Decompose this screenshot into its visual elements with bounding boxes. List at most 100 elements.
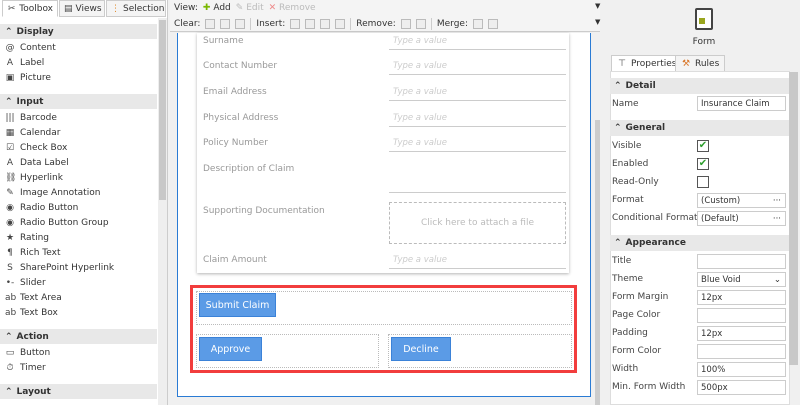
title-field[interactable] — [697, 254, 786, 269]
section-detail[interactable]: ⌃ Detail — [610, 78, 789, 94]
visible-checkbox[interactable]: ✔ — [697, 140, 709, 152]
physical-address-input[interactable]: Type a value — [389, 113, 566, 127]
toolbox-item-radio-button[interactable]: ◉ Radio Button — [5, 200, 78, 215]
tab-toolbox[interactable]: ✂ Toolbox — [2, 0, 58, 17]
contact-number-input[interactable]: Type a value — [389, 61, 566, 75]
insert-row-below-icon[interactable] — [335, 18, 346, 29]
remove-column-icon[interactable] — [400, 18, 411, 29]
toolbox-item-button[interactable]: ▭ Button — [5, 345, 50, 360]
read-only-checkbox[interactable] — [697, 176, 709, 188]
toolbox-item-text-box[interactable]: ab Text Box — [5, 305, 58, 320]
width-field[interactable]: 100% — [697, 362, 786, 377]
object-label: Form — [692, 37, 716, 47]
toolbox-item-text-area[interactable]: ab Text Area — [5, 290, 62, 305]
toolbox-scroll-thumb[interactable] — [159, 20, 166, 200]
collapse-toolbar-icon[interactable]: ▼ — [595, 18, 600, 26]
section-display[interactable]: ⌃ Display — [0, 24, 157, 39]
description-textarea[interactable] — [389, 179, 566, 193]
insert-row-above-icon[interactable] — [320, 18, 331, 29]
section-layout[interactable]: ⌃ Layout — [0, 384, 157, 399]
merge-right-icon[interactable] — [472, 18, 483, 29]
tab-views[interactable]: ▤ Views — [59, 0, 105, 17]
approve-button[interactable]: Approve — [199, 337, 262, 361]
toolbox-item-picture[interactable]: ▣ Picture — [5, 70, 51, 85]
form-color-field[interactable] — [697, 344, 786, 359]
toolbox-panel: ✂ Toolbox ▤ Views ⋮ Selection ⌃ Display @ Cont… — [0, 0, 168, 405]
edit-view-button[interactable]: ✎ Edit — [236, 3, 264, 13]
theme-field[interactable]: Blue Void ⌄ — [697, 272, 786, 287]
form-margin-field[interactable]: 12px — [697, 290, 786, 305]
toolbox-item-image-annotation[interactable]: ✎ Image Annotation — [5, 185, 100, 200]
toolbox-item-check-box[interactable]: ☑ Check Box — [5, 140, 67, 155]
design-toolbar: View: ✚ Add ✎ Edit ✕ Remove Clear: Inser… — [170, 0, 600, 32]
section-action[interactable]: ⌃ Action — [0, 329, 157, 344]
enabled-checkbox[interactable]: ✔ — [697, 158, 709, 170]
field-label: Surname — [203, 36, 244, 46]
canvas-scrollbar[interactable] — [595, 120, 600, 405]
policy-number-input[interactable]: Type a value — [389, 138, 566, 152]
toolbox-item-slider[interactable]: •- Slider — [5, 275, 46, 290]
prop-label: Name — [612, 99, 639, 109]
section-input[interactable]: ⌃ Input — [0, 94, 157, 109]
toolbox-item-hyperlink[interactable]: ⛓ Hyperlink — [5, 170, 63, 185]
field-label: Claim Amount — [203, 255, 267, 265]
tab-selection[interactable]: ⋮ Selection — [106, 0, 166, 17]
conditional-format-field[interactable]: (Default) ··· — [697, 211, 786, 226]
tab-rules[interactable]: ⚒ Rules — [675, 55, 726, 72]
collapse-toolbar-icon[interactable]: ▼ — [595, 2, 600, 10]
chevron-down-icon[interactable]: ⌄ — [774, 275, 781, 285]
insert-column-right-icon[interactable] — [305, 18, 316, 29]
insert-column-left-icon[interactable] — [290, 18, 301, 29]
name-input[interactable]: Insurance Claim — [697, 96, 786, 111]
section-general[interactable]: ⌃ General — [610, 120, 789, 136]
tools-icon: ✂ — [7, 3, 16, 14]
toolbox-item-calendar[interactable]: ▦ Calendar — [5, 125, 61, 140]
ellipsis-button[interactable]: ··· — [773, 214, 781, 224]
remove-view-button[interactable]: ✕ Remove — [269, 3, 316, 13]
prop-label: Read-Only — [612, 177, 659, 187]
tab-properties[interactable]: ⊤ Properties — [611, 55, 683, 72]
toolbox-item-barcode[interactable]: ||| Barcode — [5, 110, 56, 125]
chevron-up-icon: ⌃ — [5, 386, 13, 397]
section-appearance[interactable]: ⌃ Appearance — [610, 235, 789, 251]
sharepoint-hyperlink-icon: S — [7, 262, 13, 273]
form-icon — [695, 8, 713, 30]
toolbox-item-data-label[interactable]: A Data Label — [5, 155, 69, 170]
pencil-icon: ✎ — [235, 2, 244, 13]
format-field[interactable]: (Custom) ··· — [697, 193, 786, 208]
remove-icon: ✕ — [268, 2, 277, 13]
remove-row-icon[interactable] — [415, 18, 426, 29]
prop-label: Conditional Format — [612, 213, 698, 223]
ellipsis-button[interactable]: ··· — [773, 196, 781, 206]
toolbox-item-rich-text[interactable]: ¶ Rich Text — [5, 245, 60, 260]
properties-scrollbar[interactable] — [789, 72, 798, 365]
chevron-up-icon: ⌃ — [5, 26, 13, 37]
clear-table-icon[interactable] — [235, 18, 246, 29]
add-view-button[interactable]: ✚ Add — [203, 3, 231, 13]
toolbox-item-rating[interactable]: ★ Rating — [5, 230, 49, 245]
prop-label: Page Color — [612, 310, 661, 320]
radio-button-group-icon: ◉ — [6, 217, 14, 228]
submit-claim-button[interactable]: Submit Claim — [199, 293, 276, 317]
toolbox-item-sharepoint-hyperlink[interactable]: S SharePoint Hyperlink — [5, 260, 114, 275]
chevron-up-icon: ⌃ — [5, 96, 13, 107]
radio-button-icon: ◉ — [6, 202, 14, 213]
toolbox-item-label[interactable]: A Label — [5, 55, 44, 70]
button-icon: ▭ — [5, 347, 15, 358]
min-form-width-field[interactable]: 500px — [697, 380, 786, 395]
padding-field[interactable]: 12px — [697, 326, 786, 341]
clear-row-icon[interactable] — [220, 18, 231, 29]
claim-amount-input[interactable]: Type a value — [389, 255, 566, 269]
page-color-field[interactable] — [697, 308, 786, 323]
email-address-input[interactable]: Type a value — [389, 87, 566, 101]
merge-down-icon[interactable] — [487, 18, 498, 29]
surname-input[interactable]: Type a value — [389, 36, 566, 50]
toolbox-item-content[interactable]: @ Content — [5, 40, 56, 55]
toolbox-item-timer[interactable]: ⏱ Timer — [5, 360, 45, 375]
clear-cell-icon[interactable] — [205, 18, 216, 29]
decline-button[interactable]: Decline — [391, 337, 451, 361]
toolbox-item-radio-button-group[interactable]: ◉ Radio Button Group — [5, 215, 109, 230]
check-box-icon: ☑ — [5, 142, 15, 153]
slider-icon: •- — [5, 277, 15, 288]
attachment-dropzone[interactable]: Click here to attach a file — [389, 202, 566, 244]
